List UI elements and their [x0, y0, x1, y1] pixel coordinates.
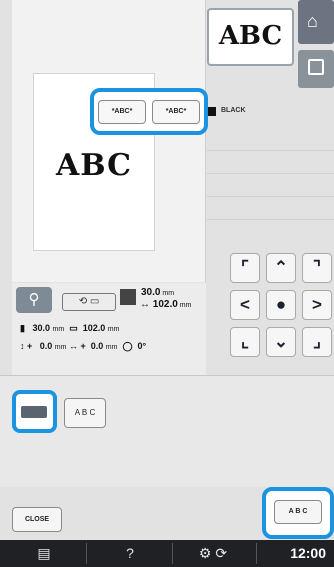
clock: 12:00 [290, 545, 326, 561]
move-up-left-button[interactable]: ⌜ [230, 253, 260, 283]
arrangement-icon [21, 406, 47, 418]
size-icon [120, 289, 136, 305]
help-icon[interactable]: ? [110, 540, 150, 567]
option-b-button[interactable]: *ABC* [152, 100, 200, 124]
tab-text[interactable]: A B C [64, 398, 106, 428]
move-down-right-button[interactable]: ⌟ [302, 327, 332, 357]
embroidery-edit-screen: ABC ABC ⌂ BLACK ⌜ ⌃ ⌝ < ● > ⌞ ⌄ ⌟ ⚲ ⟲ ▭ … [0, 0, 334, 567]
offset-row: ↕ + 0.0 mm ↔ + 0.0 mm ◯ 0° [20, 341, 147, 351]
tab-arrangement[interactable] [12, 390, 57, 433]
frame-button[interactable] [298, 50, 334, 88]
move-up-button[interactable]: ⌃ [266, 253, 296, 283]
thumbnail-text: ABC [218, 21, 283, 51]
move-center-button[interactable]: ● [266, 290, 296, 320]
preview-panel: ABC [12, 0, 206, 282]
abc-button[interactable]: A B C [274, 500, 322, 524]
dimensions-row: ▮ 30.0 mm ▭ 102.0 mm [20, 323, 120, 333]
arrangement-options: *ABC* *ABC* [90, 88, 208, 135]
move-right-button[interactable]: > [302, 290, 332, 320]
size-top-value: 30.0 mm [141, 287, 175, 298]
frame-icon [308, 59, 324, 75]
move-down-left-button[interactable]: ⌞ [230, 327, 260, 357]
thread-color-row[interactable]: BLACK [207, 100, 334, 124]
taskbar: ▤ ? ⚙ ⟳ 12:00 [0, 540, 334, 567]
home-icon: ⌂ [307, 11, 318, 31]
home-button[interactable]: ⌂ [298, 0, 334, 44]
preview-text: ABC [55, 148, 133, 183]
close-button[interactable]: CLOSE [12, 507, 62, 532]
rotate-view-icon: ⟲ ▭ [62, 293, 116, 311]
color-list [207, 128, 334, 238]
move-down-button[interactable]: ⌄ [266, 327, 296, 357]
abc-button-group: A B C [262, 487, 334, 539]
font-panel: A B C [0, 375, 334, 487]
move-up-right-button[interactable]: ⌝ [302, 253, 332, 283]
thread-color-swatch [207, 107, 216, 116]
size-bottom-value: ↔ 102.0 mm [140, 299, 192, 310]
pin-button[interactable]: ⚲ [16, 287, 52, 313]
pattern-thumbnail[interactable]: ABC [207, 8, 294, 66]
move-left-button[interactable]: < [230, 290, 260, 320]
settings-icon[interactable]: ⚙ ⟳ [188, 540, 238, 567]
info-strip: ⚲ ⟲ ▭ 30.0 mm ↔ 102.0 mm ▮ 30.0 mm ▭ 102… [12, 283, 206, 375]
option-a-button[interactable]: *ABC* [98, 100, 146, 124]
pin-icon: ⚲ [28, 291, 40, 308]
document-icon[interactable]: ▤ [24, 540, 64, 567]
thread-color-label: BLACK [221, 107, 246, 114]
